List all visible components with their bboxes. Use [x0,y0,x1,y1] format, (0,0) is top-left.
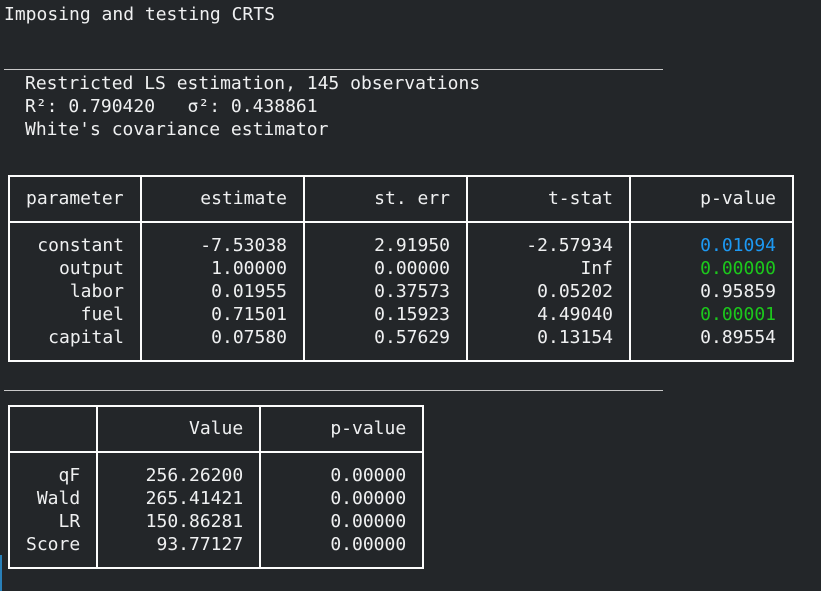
st-err-column: 2.91950 0.00000 0.37573 0.15923 0.57629 [303,221,468,362]
divider [4,69,663,70]
cell-p-value: 0.00000 [330,534,407,555]
parameter-column: constant output labor fuel capital [8,221,142,362]
covariance-estimator: White's covariance estimator [25,119,329,140]
cell-p-value: 0.01094 [700,235,776,256]
header-t-stat: t-stat [466,175,631,223]
cell-value: 256.26200 [145,465,244,486]
cell-test: Score [26,534,81,555]
cell-p-value: 0.00000 [700,258,776,279]
cell-p-value: 0.00001 [700,304,776,325]
header-test [7,405,99,453]
cell-estimate: 0.07580 [211,327,287,348]
header-st-err: st. err [303,175,468,223]
header-parameter: parameter [8,175,142,223]
tests-table: Value p-value qF Wald LR Score 256.26200 265… [7,405,425,569]
cell-p-value: 0.00000 [330,465,407,486]
cell-test: LR [58,511,81,532]
cell-p-value: 0.89554 [700,327,776,348]
cell-st-err: 0.15923 [374,304,450,325]
cell-parameter: constant [37,235,124,256]
header-p-value: p-value [629,175,794,223]
t-stat-column: -2.57934 Inf 0.05202 4.49040 0.13154 [466,221,631,362]
cell-estimate: 0.71501 [211,304,287,325]
estimate-column: -7.53038 1.00000 0.01955 0.71501 0.07580 [140,221,305,362]
cell-st-err: 0.57629 [374,327,450,348]
scroll-indicator [0,555,2,591]
output-title: Imposing and testing CRTS [4,4,275,25]
header-value: Value [96,405,262,453]
cell-p-value: 0.00000 [330,488,407,509]
cell-p-value: 0.95859 [700,281,776,302]
cell-t-stat: Inf [580,258,613,279]
divider [4,390,663,391]
value-column: 256.26200 265.41421 150.86281 93.77127 [96,451,262,569]
cell-estimate: 0.01955 [211,281,287,302]
cell-st-err: 0.00000 [374,258,450,279]
fit-statistics: R²: 0.790420 σ²: 0.438861 [25,96,318,117]
cell-estimate: 1.00000 [211,258,287,279]
cell-value: 93.77127 [156,534,244,555]
cell-parameter: fuel [80,304,124,325]
cell-p-value: 0.00000 [330,511,407,532]
cell-estimate: -7.53038 [200,235,287,256]
estimation-summary: Restricted LS estimation, 145 observatio… [25,73,481,94]
cell-t-stat: 0.13154 [537,327,613,348]
header-p-value: p-value [259,405,425,453]
cell-value: 265.41421 [145,488,244,509]
cell-parameter: output [58,258,124,279]
cell-st-err: 0.37573 [374,281,450,302]
header-estimate: estimate [140,175,305,223]
cell-parameter: labor [69,281,124,302]
cell-test: qF [58,465,81,486]
p-value-column: 0.00000 0.00000 0.00000 0.00000 [259,451,425,569]
cell-t-stat: 0.05202 [537,281,613,302]
p-value-column: 0.01094 0.00000 0.95859 0.00001 0.89554 [629,221,794,362]
cell-value: 150.86281 [145,511,244,532]
cell-test: Wald [36,488,81,509]
estimates-table: parameter estimate st. err t-stat p-valu… [8,175,794,362]
cell-st-err: 2.91950 [374,235,450,256]
cell-t-stat: 4.49040 [537,304,613,325]
test-column: qF Wald LR Score [7,451,99,569]
cell-t-stat: -2.57934 [526,235,613,256]
cell-parameter: capital [48,327,124,348]
